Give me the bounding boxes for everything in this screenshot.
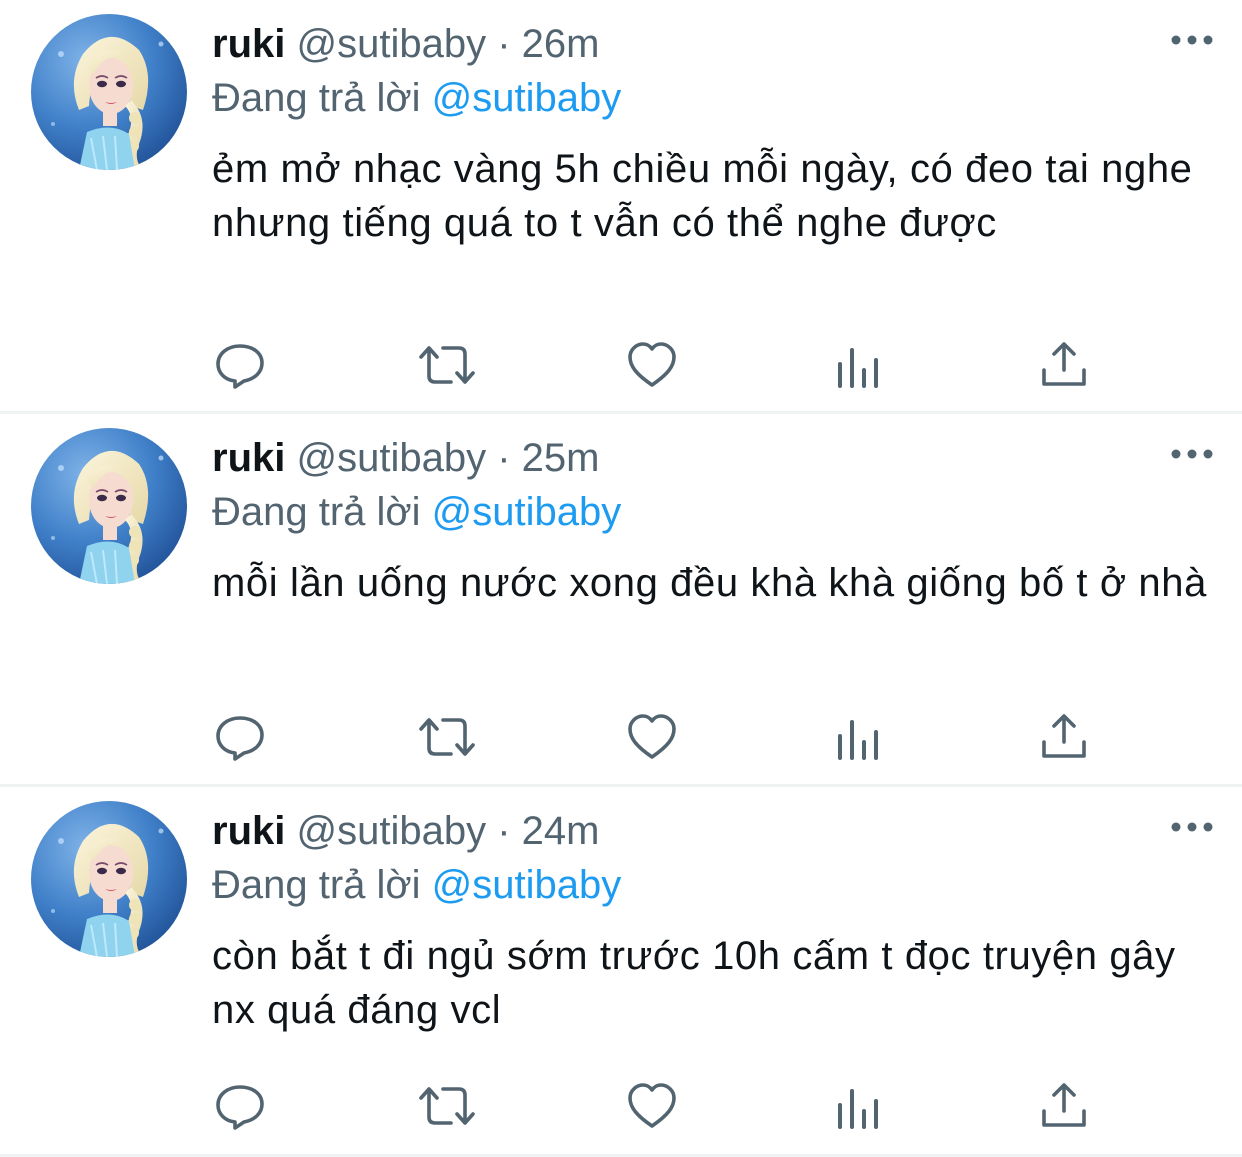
dot-separator: ·: [497, 22, 511, 66]
display-name[interactable]: ruki: [212, 22, 285, 66]
mention-link[interactable]: @sutibaby: [432, 76, 622, 120]
reply-icon[interactable]: [214, 712, 266, 762]
timestamp[interactable]: 25m: [522, 436, 600, 480]
tweet-text: còn bắt t đi ngủ sớm trước 10h cấm t đọc…: [212, 934, 1176, 1032]
tweet-header: ruki @sutibaby · 26m: [212, 18, 599, 70]
avatar[interactable]: [31, 14, 187, 170]
retweet-icon[interactable]: [417, 1081, 475, 1131]
dot-separator: ·: [497, 436, 511, 480]
handle[interactable]: @sutibaby: [296, 22, 486, 66]
dot-separator: ·: [497, 809, 511, 853]
replying-label: Đang trả lời: [212, 863, 421, 907]
tweet-header: ruki @sutibaby · 25m: [212, 432, 599, 484]
heart-icon[interactable]: [626, 1081, 678, 1131]
replying-label: Đang trả lời: [212, 76, 421, 120]
share-icon[interactable]: [1038, 712, 1090, 762]
display-name[interactable]: ruki: [212, 809, 285, 853]
replying-to: Đang trả lời @sutibaby: [212, 486, 621, 538]
more-icon[interactable]: [1170, 30, 1214, 50]
reply-icon[interactable]: [214, 340, 266, 390]
tweet-item[interactable]: ruki @sutibaby · 26m Đang trả lời @sutib…: [0, 0, 1242, 414]
action-bar: [212, 712, 1092, 762]
share-icon[interactable]: [1038, 1081, 1090, 1131]
mention-link[interactable]: @sutibaby: [432, 490, 622, 534]
replying-to: Đang trả lời @sutibaby: [212, 72, 621, 124]
replying-label: Đang trả lời: [212, 490, 421, 534]
views-icon[interactable]: [832, 340, 884, 390]
tweet-header: ruki @sutibaby · 24m: [212, 805, 599, 857]
heart-icon[interactable]: [626, 712, 678, 762]
more-icon[interactable]: [1170, 817, 1214, 837]
avatar[interactable]: [31, 801, 187, 957]
tweet-thread: ruki @sutibaby · 26m Đang trả lời @sutib…: [0, 0, 1242, 1157]
share-icon[interactable]: [1038, 340, 1090, 390]
action-bar: [212, 1081, 1092, 1131]
tweet-item[interactable]: ruki @sutibaby · 25m Đang trả lời @sutib…: [0, 414, 1242, 787]
reply-icon[interactable]: [214, 1081, 266, 1131]
retweet-icon[interactable]: [417, 340, 475, 390]
handle[interactable]: @sutibaby: [296, 436, 486, 480]
action-bar: [212, 340, 1092, 390]
timestamp[interactable]: 26m: [522, 22, 600, 66]
handle[interactable]: @sutibaby: [296, 809, 486, 853]
timestamp[interactable]: 24m: [522, 809, 600, 853]
tweet-item[interactable]: ruki @sutibaby · 24m Đang trả lời @sutib…: [0, 787, 1242, 1157]
tweet-text: ẻm mở nhạc vàng 5h chiều mỗi ngày, có đe…: [212, 147, 1193, 245]
replying-to: Đang trả lời @sutibaby: [212, 859, 621, 911]
display-name[interactable]: ruki: [212, 436, 285, 480]
heart-icon[interactable]: [626, 340, 678, 390]
views-icon[interactable]: [832, 1081, 884, 1131]
more-icon[interactable]: [1170, 444, 1214, 464]
tweet-text: mỗi lần uống nước xong đều khà khà giống…: [212, 561, 1207, 605]
views-icon[interactable]: [832, 712, 884, 762]
retweet-icon[interactable]: [417, 712, 475, 762]
avatar[interactable]: [31, 428, 187, 584]
mention-link[interactable]: @sutibaby: [432, 863, 622, 907]
